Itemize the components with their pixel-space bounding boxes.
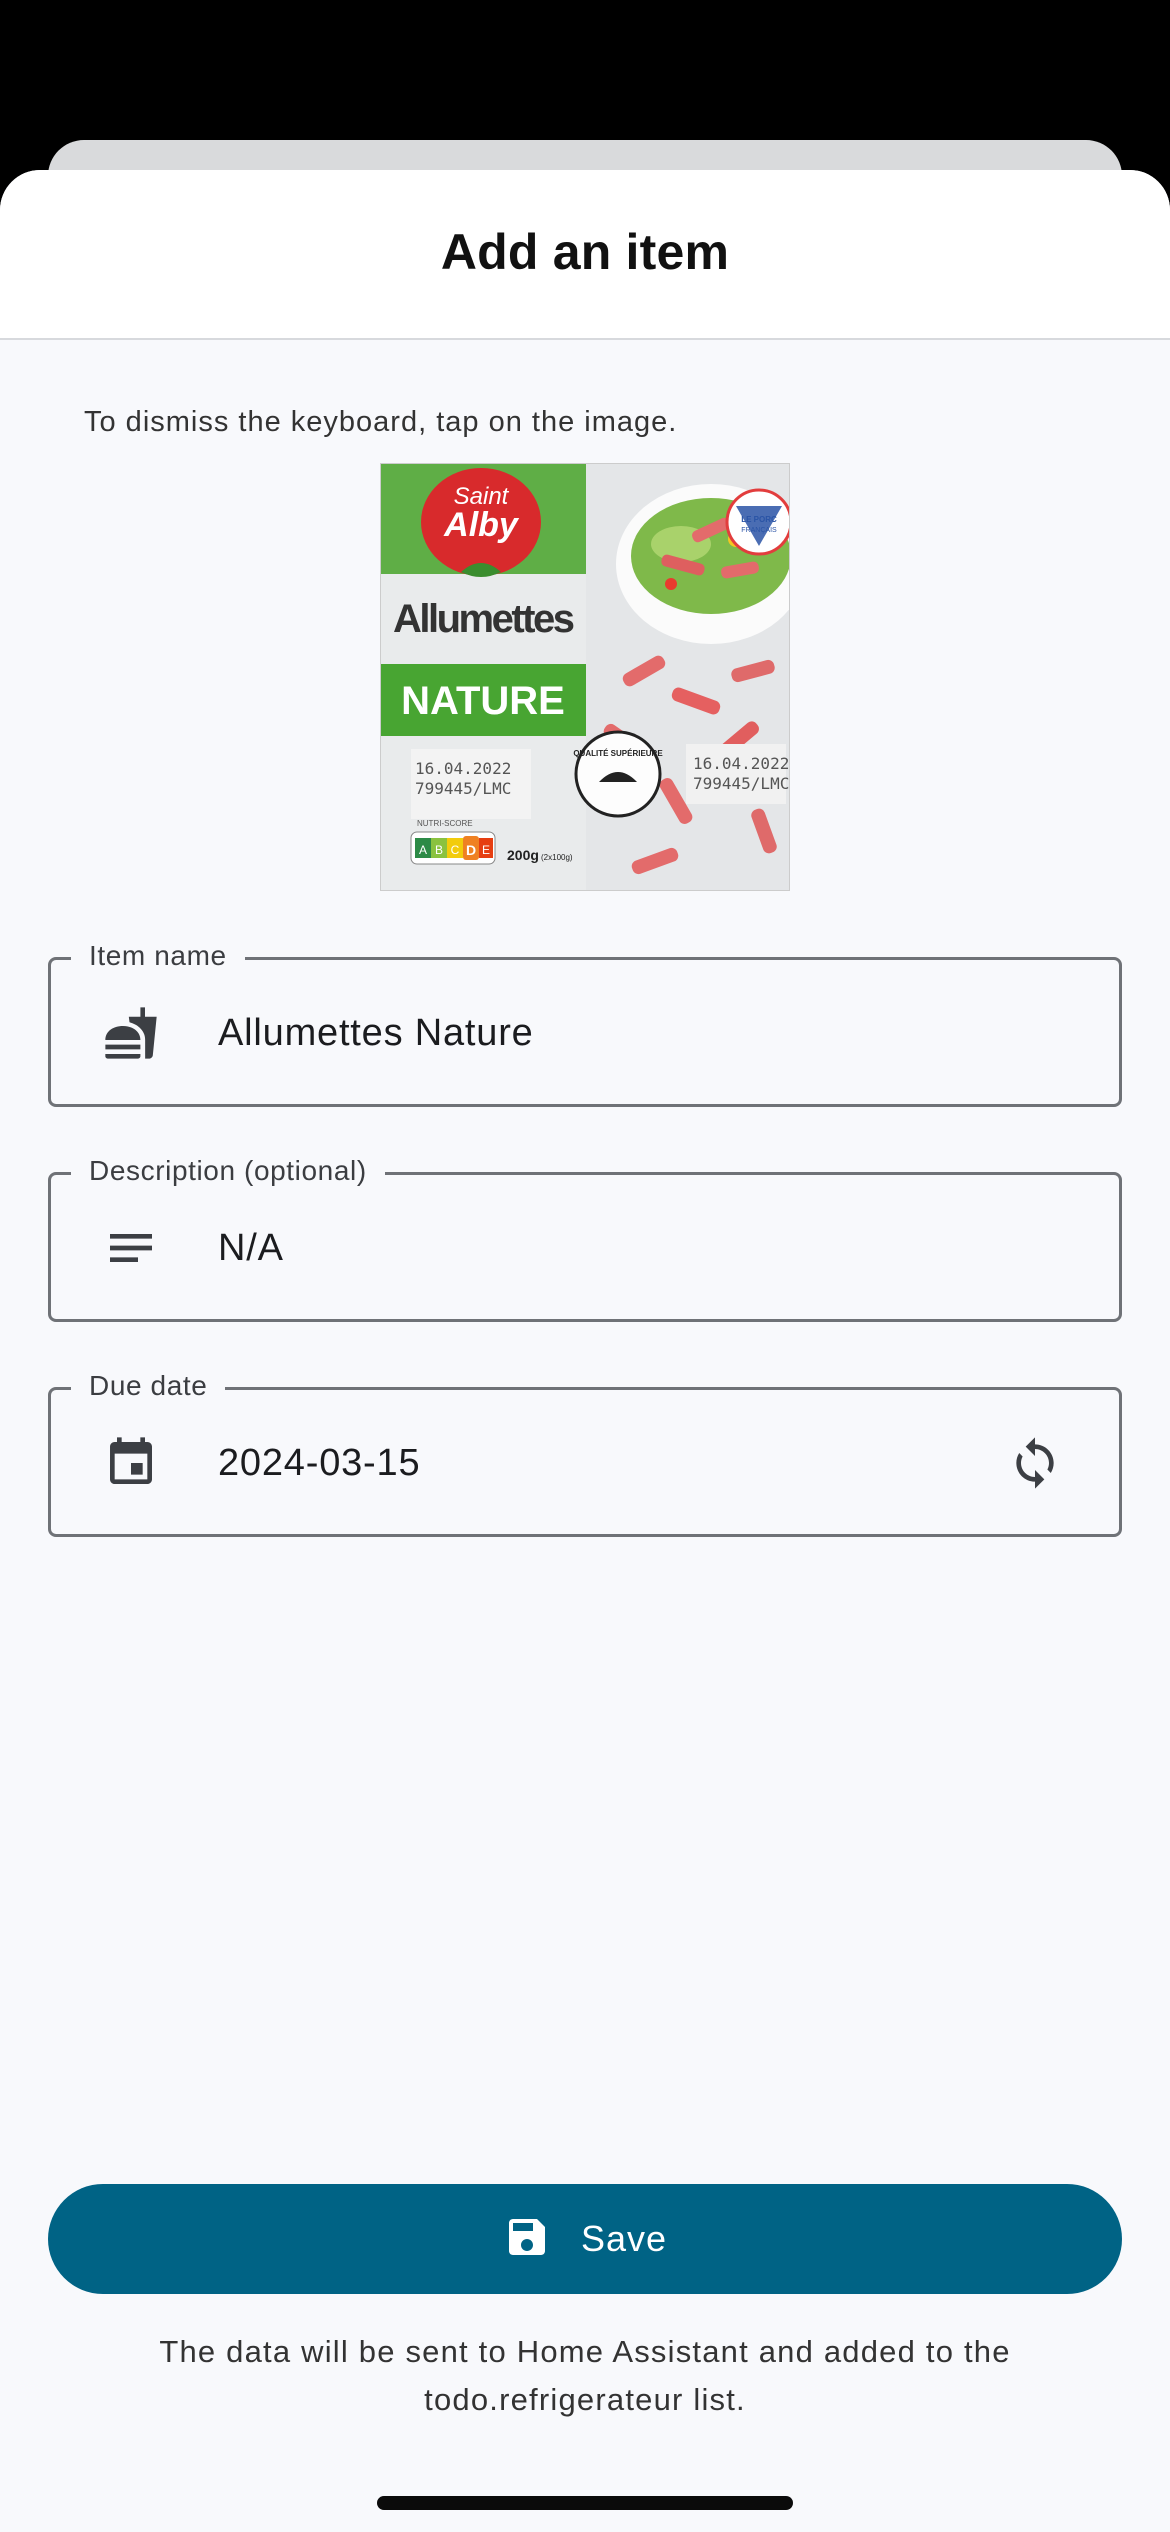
product-photo[interactable]: Saint Alby Allumettes NATURE 16.04.2022 … (380, 463, 790, 891)
sync-icon[interactable] (1007, 1435, 1063, 1491)
product-name: Allumettes (393, 597, 575, 641)
notes-icon (103, 1220, 159, 1276)
weight: 200g (507, 847, 539, 863)
due-date-field[interactable]: Due date 2024-03-15 (48, 1366, 1122, 1537)
nutri-d: D (466, 842, 476, 858)
keyboard-hint: To dismiss the keyboard, tap on the imag… (84, 406, 678, 438)
item-name-input[interactable]: Allumettes Nature (218, 1010, 534, 1056)
nutri-b: B (435, 843, 443, 857)
sheet-header: Add an item (0, 170, 1170, 340)
fastfood-icon (103, 1005, 159, 1061)
item-name-field[interactable]: Item name Allumettes Nature (48, 936, 1122, 1107)
quality-badge: QUALITÉ SUPÉRIEURE (573, 749, 663, 758)
nutri-score-label: NUTRI-SCORE (417, 819, 473, 828)
date-code-2: 16.04.2022 (693, 754, 789, 773)
weight-detail: (2x100g) (541, 853, 573, 862)
nutri-c: C (451, 843, 460, 857)
description-label: Description (optional) (71, 1151, 385, 1191)
brand-line2: Alby (443, 506, 520, 544)
nutri-e: E (482, 843, 490, 857)
home-indicator[interactable] (377, 2496, 793, 2510)
product-variant: NATURE (401, 679, 565, 723)
calendar-icon (103, 1435, 159, 1491)
lot-code: 799445/LMC (415, 779, 511, 798)
save-icon (503, 2213, 551, 2266)
page-title: Add an item (440, 224, 730, 280)
lot-code-2: 799445/LMC (693, 774, 789, 793)
description-field[interactable]: Description (optional) N/A (48, 1151, 1122, 1322)
nutri-a: A (419, 843, 427, 857)
save-label: Save (580, 2218, 668, 2259)
date-code: 16.04.2022 (415, 759, 511, 778)
origin-badge-line2: FRANÇAIS (741, 527, 777, 534)
add-item-sheet: Add an item To dismiss the keyboard, tap… (0, 170, 1170, 2532)
due-date-label: Due date (71, 1366, 226, 1406)
footer-note: The data will be sent to Home Assistant … (159, 2334, 1011, 2417)
item-name-label: Item name (71, 936, 245, 976)
origin-badge-line1: LE PORC (741, 515, 777, 524)
due-date-input[interactable]: 2024-03-15 (218, 1440, 420, 1486)
save-button[interactable]: Save (48, 2184, 1122, 2294)
description-input[interactable]: N/A (218, 1225, 284, 1271)
